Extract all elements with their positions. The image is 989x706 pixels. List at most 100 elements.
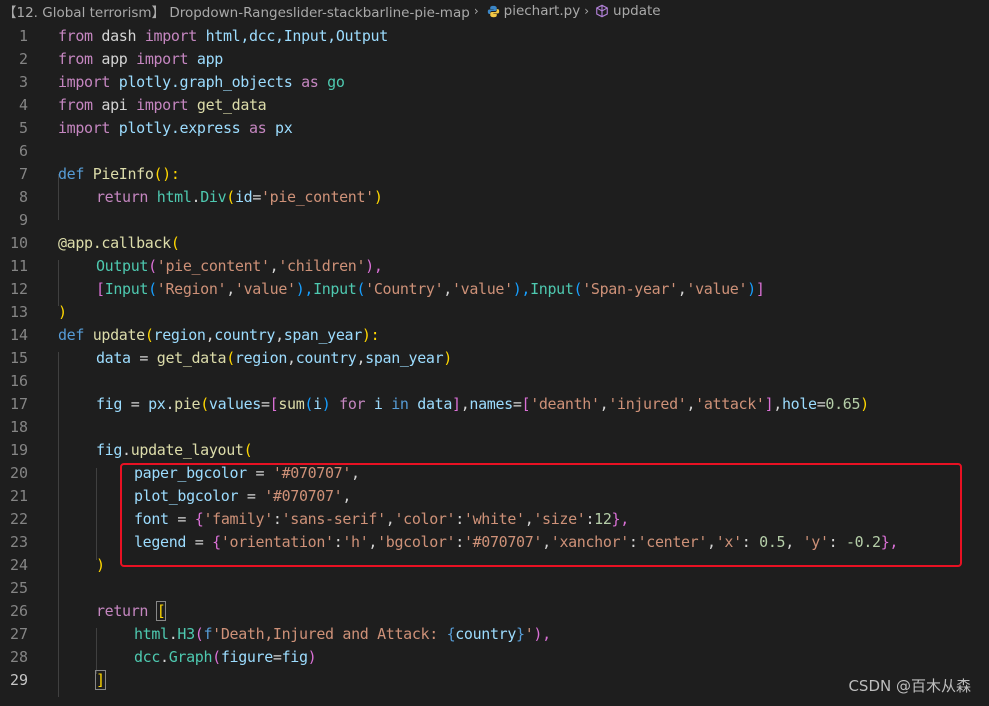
code-token: plotly.express: [110, 118, 249, 137]
code-text: def update(region,country,span_year):: [58, 325, 380, 344]
code-editor[interactable]: 1 from dash import html,dcc,Input,Output…: [0, 24, 989, 706]
code-text: [Input('Region','value'),Input('Country'…: [96, 280, 765, 298]
line-number: 10: [9, 233, 28, 252]
code-token: 'Region': [156, 279, 227, 298]
code-token: =: [272, 647, 282, 666]
line-number: 12: [9, 279, 28, 298]
code-token: .: [122, 440, 131, 459]
code-line: 15 data = get_data(region,country,span_y…: [0, 346, 989, 369]
code-token: (: [243, 440, 253, 459]
red-highlight-box: [120, 463, 962, 567]
code-token: as: [301, 72, 319, 91]
code-token: 'Death,Injured and Attack:: [212, 624, 447, 643]
line-number: 17: [9, 394, 28, 413]
code-token: H3: [177, 624, 195, 643]
code-text: fig.update_layout(: [96, 440, 253, 459]
code-token: @app.callback: [58, 233, 171, 252]
code-token: names: [469, 394, 513, 413]
code-token: .: [160, 647, 169, 666]
code-token: plotly.graph_objects: [110, 72, 302, 91]
code-token: i: [373, 394, 383, 413]
code-line: 14 def update(region,country,span_year):: [0, 323, 989, 346]
code-token: Output: [96, 256, 149, 275]
code-token: (: [200, 394, 209, 413]
breadcrumb-symbol[interactable]: update: [613, 3, 661, 19]
code-token: =: [260, 394, 270, 413]
code-text: Output('pie_content','children'),: [96, 257, 383, 275]
code-line: 3 import plotly.graph_objects as go: [0, 70, 989, 93]
code-text: return html.Div(id='pie_content'): [96, 188, 383, 206]
code-token: sum: [278, 394, 305, 413]
line-number: 7: [18, 164, 28, 183]
breadcrumb-file[interactable]: piechart.py: [504, 3, 581, 19]
chevron-right-icon: ›: [473, 4, 479, 18]
line-number: 6: [18, 141, 28, 160]
code-token: (: [212, 647, 221, 666]
code-token: html: [134, 624, 169, 643]
line-number: 24: [9, 555, 28, 574]
code-token: data: [96, 348, 131, 367]
code-token: ,: [226, 279, 235, 298]
line-number: 19: [9, 440, 28, 459]
code-text: ): [96, 556, 105, 574]
line-number: 26: [9, 601, 28, 620]
code-token: def: [58, 164, 85, 183]
code-line: 12 [Input('Region','value'),Input('Count…: [0, 277, 989, 300]
code-token: as: [249, 118, 267, 137]
code-token: ): [58, 302, 67, 321]
line-number: 8: [18, 187, 28, 206]
code-line: 8 return html.Div(id='pie_content'): [0, 185, 989, 208]
code-token: 'value': [234, 279, 296, 298]
line-number: 18: [9, 417, 28, 436]
code-token: region: [234, 348, 288, 367]
code-token: ): [860, 394, 869, 413]
code-token: dash: [92, 26, 145, 45]
code-token: .: [191, 187, 201, 206]
code-line: 27 html.H3(f'Death,Injured and Attack: {…: [0, 622, 989, 645]
code-token: html,dcc,Input,Output: [196, 26, 389, 45]
code-token: =: [122, 394, 149, 413]
code-token: for: [330, 394, 374, 413]
code-token: (: [144, 325, 154, 344]
code-token: ,: [773, 394, 782, 413]
code-token: .: [165, 394, 175, 413]
code-token: 'value': [451, 279, 513, 298]
code-token: (: [148, 256, 157, 275]
code-token: ]: [95, 669, 106, 690]
breadcrumb-folder[interactable]: 【12. Global terrorism】 Dropdown-Rangesli…: [0, 1, 470, 21]
code-token: ,: [275, 325, 284, 344]
python-icon: [487, 5, 500, 18]
line-number: 9: [18, 210, 28, 229]
code-text: def PieInfo():: [58, 165, 180, 183]
code-token: values: [208, 394, 261, 413]
code-token: Input: [313, 279, 357, 298]
code-token: 'injured': [608, 394, 687, 413]
line-number: 20: [9, 463, 28, 482]
code-line: 18: [0, 415, 989, 438]
code-text: fig = px.pie(values=[sum(i) for i in dat…: [96, 395, 869, 413]
code-token: 'Span-year': [582, 279, 678, 298]
code-token: ):: [361, 325, 380, 344]
line-number: 1: [18, 26, 28, 45]
code-token: span_year: [283, 325, 362, 344]
code-text: from app import app: [58, 50, 223, 68]
code-token: 'attack': [695, 394, 765, 413]
code-token: ),: [365, 256, 383, 275]
code-token: fig: [96, 440, 123, 459]
code-token: =: [512, 394, 522, 413]
code-token: return: [96, 187, 149, 206]
code-token: (: [226, 348, 235, 367]
code-token: ),: [533, 624, 551, 643]
code-token: Input: [530, 279, 574, 298]
code-token: Graph: [168, 647, 213, 666]
code-token: (: [356, 279, 366, 298]
code-token: id: [234, 187, 253, 206]
code-token: region: [153, 325, 206, 344]
code-token: country: [455, 624, 517, 643]
code-token: app: [92, 49, 137, 68]
code-token: import: [136, 95, 189, 114]
code-line: 16: [0, 369, 989, 392]
code-token: country: [295, 348, 357, 367]
